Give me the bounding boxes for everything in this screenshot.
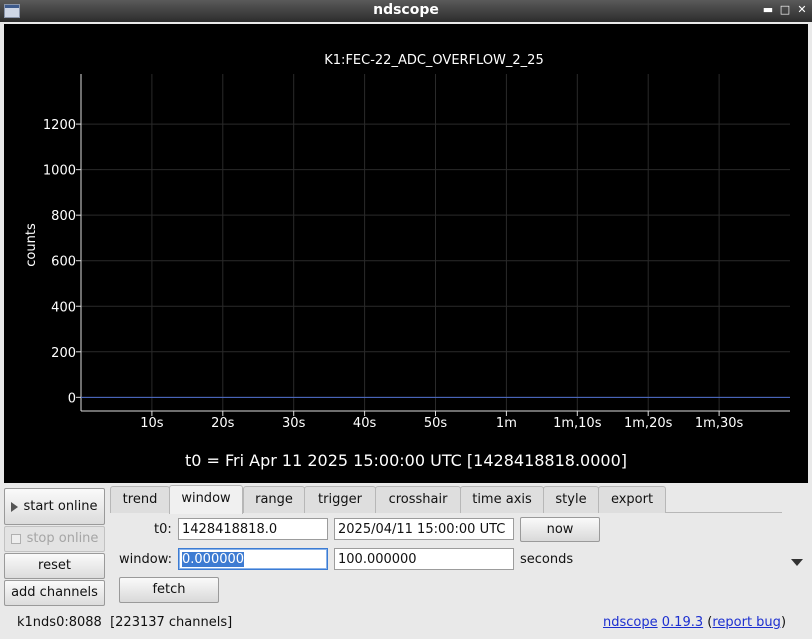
tab-export[interactable]: export [598,486,666,513]
tab-crosshair[interactable]: crosshair [375,486,461,513]
y-tick-label: 1200 [43,118,76,133]
t0-field-label: t0: [154,522,172,537]
y-tick-label: 400 [51,300,76,315]
plot-area[interactable]: K1:FEC-22_ADC_OVERFLOW_2_25 counts 0 200 4… [4,24,808,483]
stop-online-button[interactable]: stop online [4,526,105,552]
tab-time-axis[interactable]: time axis [460,486,544,513]
window-start-input[interactable]: 0.000000 [178,548,328,570]
chevron-down-icon[interactable] [791,559,803,566]
y-tick-label: 200 [51,346,76,361]
window-start-selection: 0.000000 [182,552,245,567]
status-server: k1nds0:8088 [223137 channels] [17,615,232,630]
close-icon[interactable]: ✕ [794,2,810,18]
x-tick-label: 1m,30s [695,416,744,431]
x-tick-label: 20s [211,416,235,431]
axes [76,74,790,416]
x-tick-label: 10s [140,416,164,431]
maximize-icon[interactable]: □ [777,2,793,18]
tab-trend[interactable]: trend [110,486,170,513]
window-titlebar: ndscope ▬ □ ✕ [0,0,812,22]
x-tick-labels: 10s 20s 30s 40s 50s 1m 1m,10s 1m,20s 1m,30s [140,416,743,431]
seconds-label: seconds [520,552,574,567]
checkbox-icon [10,533,21,544]
channel-count: [223137 channels] [110,615,233,630]
reset-button[interactable]: reset [4,553,105,579]
tab-style[interactable]: style [543,486,599,513]
window-field-label: window: [119,552,172,567]
tab-range[interactable]: range [243,486,305,513]
y-tick-label: 1000 [43,164,76,179]
start-online-button[interactable]: start online [4,488,105,525]
t0-label: t0 = Fri Apr 11 2025 15:00:00 UTC [14284… [185,451,627,470]
add-channels-button[interactable]: add channels [4,580,105,606]
x-tick-label: 50s [424,416,448,431]
server-address: k1nds0:8088 [17,615,102,630]
now-button[interactable]: now [520,517,600,542]
ndscope-link[interactable]: ndscope [603,615,658,630]
minimize-icon[interactable]: ▬ [760,2,776,18]
close-paren: ) [780,615,787,630]
tab-trigger[interactable]: trigger [304,486,376,513]
window-end-input[interactable]: 100.000000 [334,548,514,570]
play-icon [11,501,19,512]
chart-title: K1:FEC-22_ADC_OVERFLOW_2_25 [324,53,543,68]
status-version: ndscope 0.19.3 (report bug) [603,615,786,630]
y-tick-label: 600 [51,255,76,270]
chart[interactable]: K1:FEC-22_ADC_OVERFLOW_2_25 counts 0 200 4… [4,24,808,483]
window-title: ndscope [373,2,439,18]
x-tick-label: 40s [353,416,377,431]
start-online-label: start online [23,499,98,514]
x-tick-label: 1m,10s [553,416,602,431]
x-tick-label: 30s [282,416,306,431]
stop-online-label: stop online [26,531,99,546]
t0-utc-input[interactable]: 2025/04/11 15:00:00 UTC [334,518,514,540]
y-tick-label: 0 [68,391,76,406]
y-axis-label: counts [24,223,39,267]
x-tick-label: 1m [496,416,517,431]
version-link[interactable]: 0.19.3 [662,615,703,630]
x-tick-label: 1m,20s [624,416,673,431]
tab-window[interactable]: window [169,485,243,514]
y-tick-labels: 0 200 400 600 800 1000 1200 [43,118,76,406]
grid-lines [81,74,790,411]
fetch-button[interactable]: fetch [119,577,219,603]
report-bug-link[interactable]: report bug [712,615,781,630]
y-tick-label: 800 [51,209,76,224]
t0-gps-input[interactable]: 1428418818.0 [178,518,328,540]
